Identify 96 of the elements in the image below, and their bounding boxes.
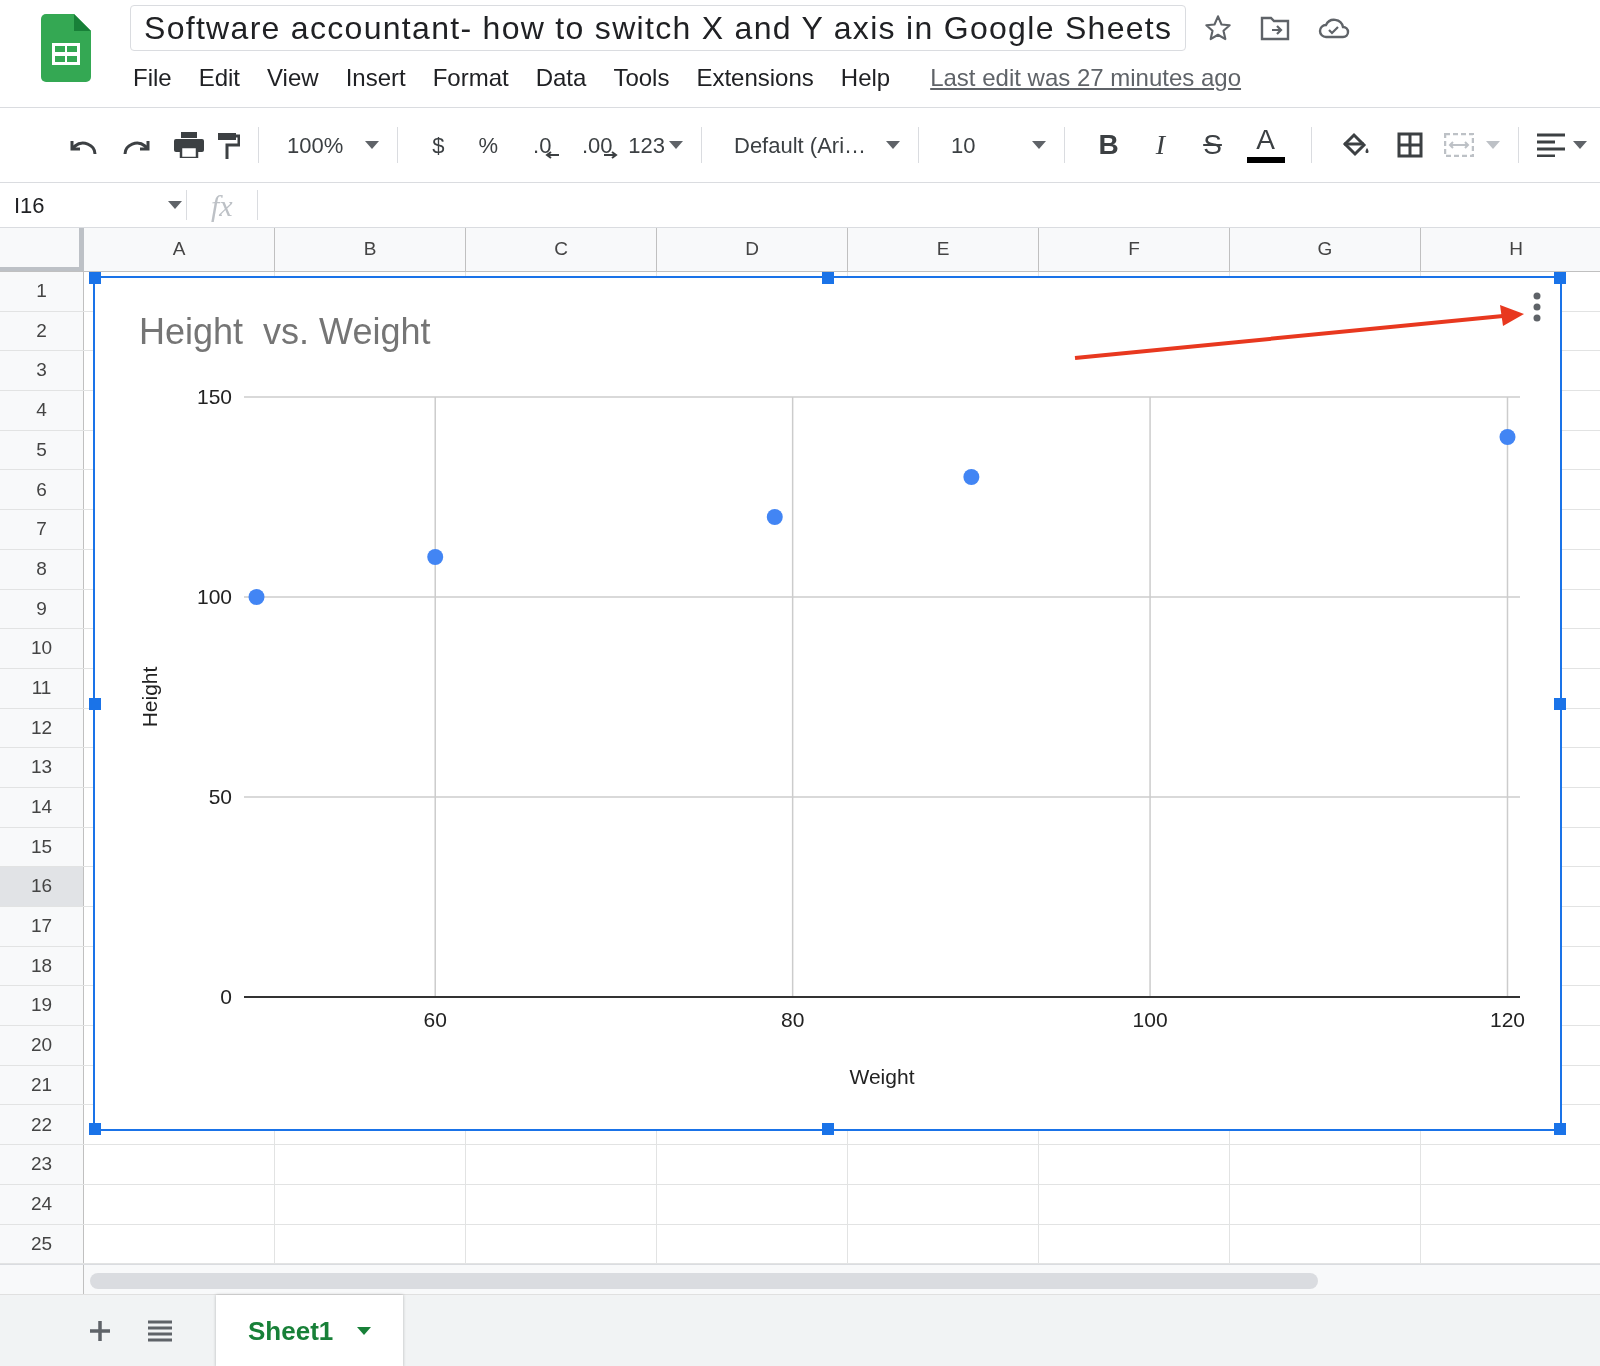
resize-handle[interactable] xyxy=(821,272,834,284)
row-header[interactable]: 16 xyxy=(0,867,84,906)
add-sheet-icon[interactable] xyxy=(90,1320,110,1341)
strikethrough-button[interactable]: S xyxy=(1186,123,1239,167)
last-edit-link[interactable]: Last edit was 27 minutes ago xyxy=(930,60,1242,96)
document-title[interactable]: Software accountant- how to switch X and Y axis in Google Sheets xyxy=(130,5,1187,51)
sheet-tab[interactable]: Sheet1 xyxy=(216,1295,404,1366)
percent-format-button[interactable]: % xyxy=(460,123,517,167)
row-header[interactable]: 5 xyxy=(0,430,84,470)
caret-icon xyxy=(1572,141,1587,149)
row-header[interactable]: 11 xyxy=(0,668,84,708)
menu-item[interactable]: File xyxy=(133,60,172,96)
row-header[interactable]: 24 xyxy=(0,1184,84,1224)
y-tick-label: 0 xyxy=(220,985,232,1008)
row-header[interactable]: 21 xyxy=(0,1065,84,1105)
row-header[interactable]: 12 xyxy=(0,708,84,748)
row-header[interactable]: 19 xyxy=(0,986,84,1026)
more-options-icon[interactable] xyxy=(1533,292,1541,322)
caret-icon xyxy=(357,1327,372,1336)
resize-handle[interactable] xyxy=(1554,272,1566,284)
resize-handle[interactable] xyxy=(89,697,101,710)
zoom-dropdown[interactable]: 100% xyxy=(287,123,380,167)
x-tick-label: 80 xyxy=(780,1008,805,1031)
caret-icon xyxy=(1031,141,1046,149)
merge-icon xyxy=(1443,133,1474,157)
bold-button[interactable]: B xyxy=(1082,123,1135,167)
y-tick-label: 150 xyxy=(196,385,232,408)
x-axis-title: Weight xyxy=(849,1065,915,1088)
menu-item[interactable]: Tools xyxy=(613,60,670,96)
row-header[interactable]: 7 xyxy=(0,510,84,549)
x-tick-label: 120 xyxy=(1489,1008,1525,1031)
row-header[interactable]: 15 xyxy=(0,827,84,867)
caret-icon xyxy=(168,201,182,209)
x-tick-label: 100 xyxy=(1132,1008,1168,1031)
menu-item[interactable]: View xyxy=(267,60,319,96)
column-header[interactable]: G xyxy=(1230,228,1421,271)
folder-icon[interactable] xyxy=(1260,15,1291,41)
caret-icon xyxy=(669,141,683,149)
menu-item[interactable]: Data xyxy=(535,60,587,96)
sheets-logo-icon[interactable] xyxy=(41,14,91,82)
resize-handle[interactable] xyxy=(1554,1123,1566,1135)
row-header[interactable]: 8 xyxy=(0,549,84,589)
cloud-icon[interactable] xyxy=(1318,17,1351,39)
chart-title: Height vs. Weight xyxy=(139,311,431,352)
currency-format-button[interactable]: $ xyxy=(416,123,461,167)
star-icon[interactable] xyxy=(1204,14,1233,42)
column-header[interactable]: C xyxy=(466,228,657,271)
decrease-decimal-button[interactable]: .0 xyxy=(516,123,569,167)
font-dropdown[interactable]: Default (Ari… xyxy=(734,123,901,167)
text-color-button[interactable]: A xyxy=(1238,123,1293,167)
row-header[interactable]: 20 xyxy=(0,1026,84,1065)
row-header[interactable]: 1 xyxy=(0,272,84,311)
menu-item[interactable]: Help xyxy=(840,60,891,96)
row-header[interactable]: 23 xyxy=(0,1145,84,1184)
increase-decimal-button[interactable]: .00 xyxy=(568,123,627,167)
row-header[interactable]: 17 xyxy=(0,907,84,946)
row-header[interactable]: 10 xyxy=(0,629,84,668)
row-header[interactable]: 4 xyxy=(0,391,84,430)
menu-item[interactable]: Extensions xyxy=(696,60,814,96)
align-left-icon xyxy=(1536,133,1565,157)
resize-handle[interactable] xyxy=(1554,697,1566,710)
row-header[interactable]: 25 xyxy=(0,1224,84,1264)
row-header[interactable]: 18 xyxy=(0,946,84,986)
caret-icon xyxy=(1485,141,1500,149)
column-header[interactable]: E xyxy=(848,228,1039,271)
resize-handle[interactable] xyxy=(821,1123,834,1135)
y-tick-label: 50 xyxy=(208,785,232,808)
row-header[interactable]: 9 xyxy=(0,589,84,629)
column-header[interactable]: F xyxy=(1039,228,1230,271)
x-tick-label: 60 xyxy=(423,1008,447,1031)
resize-handle[interactable] xyxy=(89,1123,101,1135)
caret-icon xyxy=(365,141,380,149)
horizontal-scrollbar[interactable] xyxy=(90,1273,1318,1290)
row-header[interactable]: 2 xyxy=(0,311,84,351)
row-header[interactable]: 13 xyxy=(0,748,84,787)
font-size-dropdown[interactable]: 10 xyxy=(951,123,1046,167)
y-tick-label: 100 xyxy=(196,585,232,608)
more-formats-dropdown[interactable]: 123 xyxy=(628,123,683,167)
column-header[interactable]: B xyxy=(275,228,466,271)
function-symbol: fx xyxy=(211,187,233,224)
row-header[interactable]: 22 xyxy=(0,1105,84,1145)
row-header[interactable]: 3 xyxy=(0,351,84,391)
column-header[interactable]: D xyxy=(657,228,848,271)
name-box[interactable]: I16 xyxy=(0,182,186,228)
column-header[interactable]: H xyxy=(1421,228,1600,271)
italic-button[interactable]: I xyxy=(1134,123,1187,167)
caret-icon xyxy=(886,141,901,149)
menu-item[interactable]: Edit xyxy=(198,60,241,96)
y-axis-title: Height xyxy=(138,666,161,728)
column-header[interactable]: A xyxy=(84,228,275,271)
row-header[interactable]: 14 xyxy=(0,787,84,827)
menu-item[interactable]: Format xyxy=(432,60,509,96)
sheet-list-icon[interactable] xyxy=(148,1319,172,1342)
menu-item[interactable]: Insert xyxy=(345,60,406,96)
row-header[interactable]: 6 xyxy=(0,470,84,510)
resize-handle[interactable] xyxy=(89,272,101,284)
